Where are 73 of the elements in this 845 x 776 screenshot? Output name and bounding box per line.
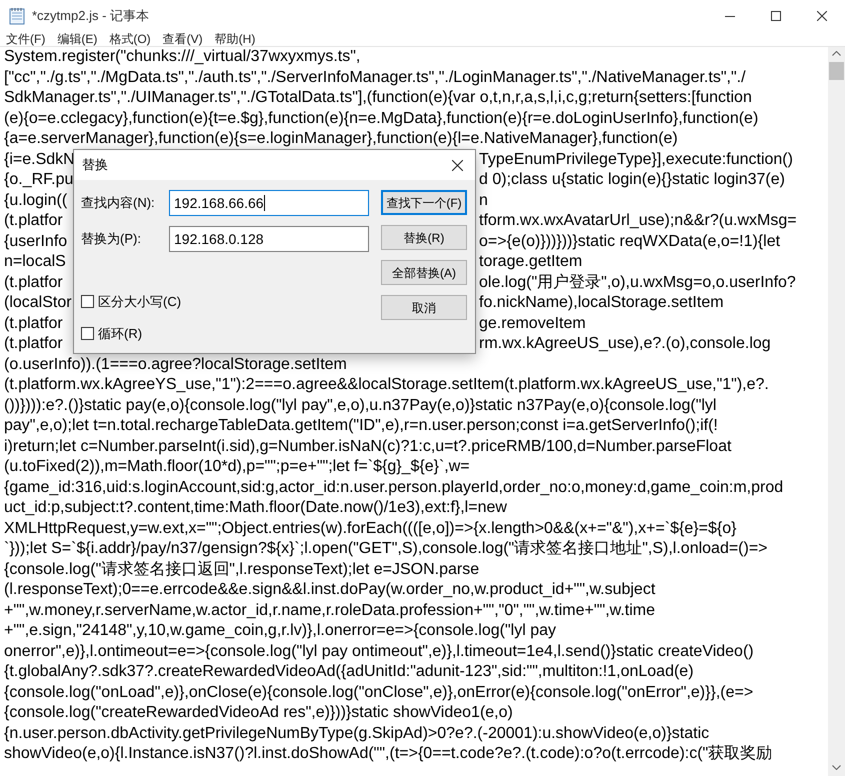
menu-item[interactable]: 格式(O) bbox=[105, 32, 155, 46]
scroll-down-icon[interactable] bbox=[832, 765, 841, 770]
code-line: (t.platfor bbox=[4, 211, 64, 231]
code-line: n=localS bbox=[4, 252, 67, 272]
field-label: 替换为(P): bbox=[81, 230, 142, 248]
code-line: ())}))):e?.()}static pay(e,o){console.log("lyl pay",e,o),u.n37Pay(e,o)}static n37Pay(e,o){console.log("lyl bbox=[4, 396, 718, 416]
close-icon bbox=[817, 11, 827, 21]
close-icon bbox=[452, 160, 462, 170]
code-line: {console.log("请求签名接口返回",l.responseText);let e=JSON.parse bbox=[4, 560, 480, 580]
code-line: onerror",e)},l.ontimeout=e=>{console.log("lyl pay ontimeout",e)},l.timeout=1e4,l.send()}static createVideo() bbox=[4, 642, 755, 662]
text-cursor bbox=[264, 195, 265, 211]
code-line: i)return;let c=Number.parseInt(i.sid),g=Number.isNaN(c)?1:c,u=t?.priceRMB/100,d=Number.parseFloat bbox=[4, 436, 732, 456]
code-line: torage.getItem bbox=[479, 252, 582, 272]
code-line: (e){o=e.cclegacy},function(e){t=e.$g},function(e){n=e.MgData},function(e){r=e.doLoginUserInfo},function(e) bbox=[4, 108, 760, 128]
code-line: tform.wx.wxAvatarUrl_use);n&&r?(u.wxMsg= bbox=[479, 211, 797, 231]
code-line: ge.removeItem bbox=[479, 314, 586, 334]
code-line: {console.log("onLoad",e)},onClose(e){console.log("onClose",e)},onError(e){console.log("onError",e)}},(e=> bbox=[4, 682, 754, 702]
text-field[interactable]: 192.168.66.66 bbox=[169, 190, 369, 216]
code-line: {console.log("createRewardedVideoAd res",e)}))}static showVideo1(e,o) bbox=[4, 703, 514, 723]
dialog-button[interactable]: 取消 bbox=[381, 295, 467, 320]
dialog-button[interactable]: 全部替换(A) bbox=[381, 260, 467, 285]
code-line: o=>{e(o)}))}))}static reqWXData(e,o=!1){let bbox=[479, 232, 780, 252]
field-label: 查找内容(N): bbox=[81, 194, 156, 212]
code-line: {t.globalAny?.sdk37?.createRewardedVideoAd({adUnitId:"adunit-123",sid:"",multiton:!1,onLoad(e) bbox=[4, 662, 695, 682]
maximize-icon bbox=[771, 11, 781, 21]
code-line: rm.wx.kAgreeUS_use),e?.(o),console.log bbox=[479, 334, 771, 354]
code-line: n bbox=[479, 190, 488, 210]
code-line: (t.platfor bbox=[4, 334, 64, 354]
dialog-button[interactable]: 查找下一个(F) bbox=[381, 190, 467, 215]
code-line: {userInfo bbox=[4, 232, 68, 252]
menu-item[interactable]: 帮助(H) bbox=[210, 32, 260, 46]
dialog-title: 替换 bbox=[82, 156, 108, 174]
menu-item[interactable]: 文件(F) bbox=[2, 32, 50, 46]
dialog-button[interactable]: 替换(R) bbox=[381, 225, 467, 250]
scrollbar[interactable] bbox=[828, 47, 845, 776]
code-line: (localStor bbox=[4, 293, 73, 313]
scroll-thumb[interactable] bbox=[829, 62, 844, 80]
notepad-icon bbox=[9, 7, 25, 25]
checkbox-label: 循环(R) bbox=[98, 324, 142, 343]
code-line: (u.toFixed(2)),m=Math.floor(10*d),p="";p=e+"";let f=`${g}_${e}`,w= bbox=[4, 457, 471, 477]
code-line: showVideo(e,o){l.Instance.isN37()?l.inst.doShowAd("",(t=>{0==t.code?e?.(t.code):o?o(t.errcode):c("获取奖励 bbox=[4, 744, 774, 764]
code-line: {u.login(( bbox=[4, 190, 68, 210]
window-title: *czytmp2.js - 记事本 bbox=[32, 7, 150, 26]
code-line: d 0);class u{static login(e){}static login37(e) bbox=[479, 170, 785, 190]
scroll-up-icon[interactable] bbox=[832, 51, 841, 56]
code-line: (t.platform.wx.kAgreeYS_use,"1"):2===o.agree&&localStorage.setItem(t.platform.wx.kAgreeUS_use,"1"),e?. bbox=[4, 375, 770, 395]
code-line: TypeEnumPrivilegeType}],execute:function() bbox=[479, 150, 793, 170]
code-line: `}));let S=`${i.addr}/pay/n37/gensign?${x}`;l.open("GET",S),console.log("请求签名接口地址",S),l.onload=()=> bbox=[4, 539, 769, 559]
checkbox-label: 区分大小写(C) bbox=[98, 293, 182, 311]
code-line: +"",w.money,r.serverName,w.actor_id,r.name,r.roleData.profession+"","0","",w.time+"",w.time bbox=[4, 600, 656, 620]
code-line: (t.platfor bbox=[4, 314, 64, 334]
menu-item[interactable]: 查看(V) bbox=[158, 32, 207, 46]
code-line: pay",e,o);let t=n.total.rechargeTableData.getItem("ID",e),r=n.user.person;const i=a.getServerInfo();if(! bbox=[4, 416, 719, 436]
checkbox[interactable] bbox=[81, 326, 94, 340]
code-line: XMLHttpRequest,y=w.ext,x="";Object.entries(w).forEach((([e,o])=>{x.length>0&&(x+="&"),x+=`${e}=${o} bbox=[4, 518, 738, 538]
checkbox[interactable] bbox=[81, 295, 94, 308]
code-line: {n.user.person.dbActivity.getPrivilegeNumByType(g.SkipAd)>0?e?.(-20001):u.showVideo(e,o)}static bbox=[4, 724, 710, 744]
code-line: System.register("chunks:///_virtual/37wxyxmys.ts", bbox=[4, 47, 362, 67]
code-line: (o.userInfo)).(1===o.agree?localStorage.setItem bbox=[4, 354, 348, 374]
code-line: (t.platfor bbox=[4, 272, 64, 292]
text-field[interactable]: 192.168.0.128 bbox=[169, 226, 369, 252]
code-line: {a=e.serverManager},function(e){s=e.loginManager},function(e){l=e.NativeManager},function(e) bbox=[4, 129, 679, 149]
code-line: uct_id:p,subject:t?.content,time:Math.floor(Date.now()/1e3),ext:f},l=new bbox=[4, 498, 508, 518]
code-line: {i=e.SdkN bbox=[4, 150, 74, 170]
code-line: +"",e.sign,"24148",y,10,w.game_coin,g,r.lv)},l.onerror=e=>{console.log("lyl pay bbox=[4, 621, 557, 641]
code-line: ["cc","./g.ts","./MgData.ts","./auth.ts","./ServerInfoManager.ts","./LoginManager.ts","./NativeManager.ts","./ bbox=[4, 68, 747, 88]
code-line: SdkManager.ts","./UIManager.ts","./GTotalData.ts"],(function(e){var o,t,n,r,a,s,l,i,c,g;return{setters:[function bbox=[4, 88, 753, 108]
code-line: {o._RF.pu bbox=[4, 170, 74, 190]
code-line: ole.log("用户登录",o),u.wxMsg=o,o.userInfo? bbox=[479, 272, 796, 292]
code-line: (l.responseText);0==e.errcode&&e.sign&&l.inst.doPay(w.order_no,w.product_id+"",w.subject bbox=[4, 580, 656, 600]
code-line: {game_id:316,uid:s.loginAccount,sid:g,actor_id:n.user.person.playerId,order_no:o,money:d,game_coin:m,prod bbox=[4, 478, 784, 498]
menu-item[interactable]: 编辑(E) bbox=[53, 32, 102, 46]
code-line: fo.nickName),localStorage.setItem bbox=[479, 293, 724, 313]
